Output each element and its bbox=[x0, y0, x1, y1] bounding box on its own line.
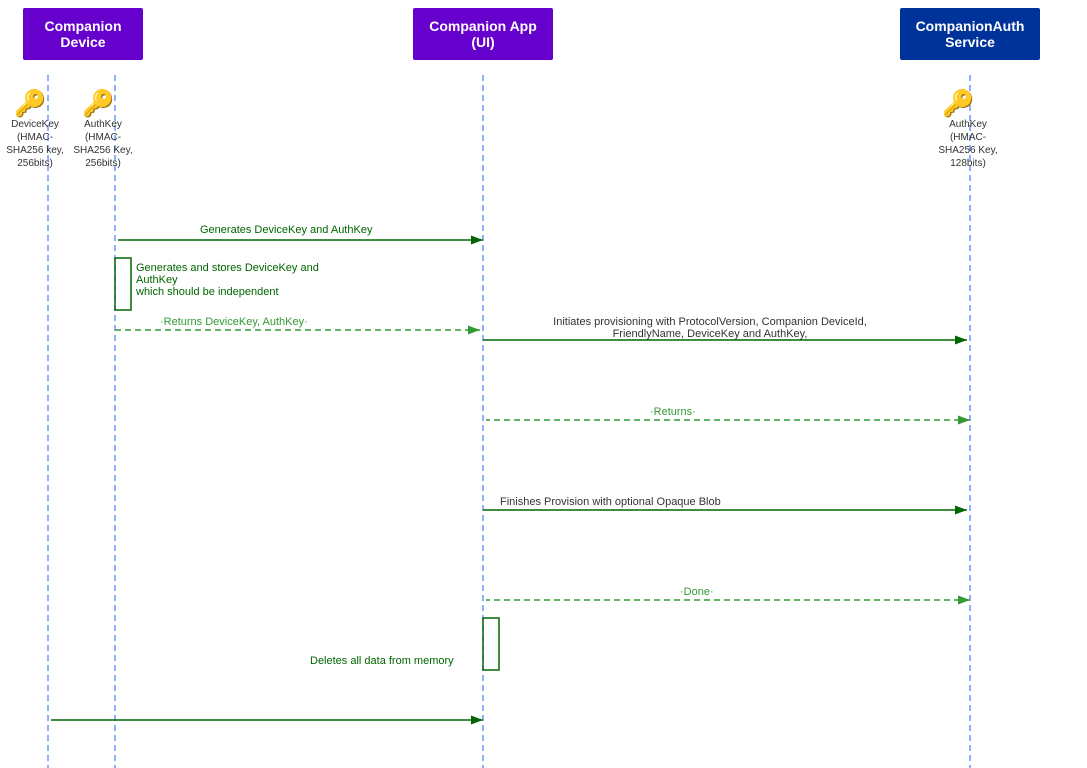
msg7-label: ·Done· bbox=[680, 586, 714, 598]
device-key-label: DeviceKey(HMAC-SHA256 key,256bits) bbox=[0, 118, 70, 170]
auth-key-service-label: AuthKey(HMAC-SHA256 Key,128bits) bbox=[928, 118, 1008, 170]
msg8-label: Deletes all data from memory bbox=[310, 655, 454, 667]
msg2-label: Generates and stores DeviceKey and AuthK… bbox=[136, 262, 356, 298]
msg4-label: Initiates provisioning with ProtocolVers… bbox=[500, 316, 920, 340]
msg3-label: ·Returns DeviceKey, AuthKey· bbox=[160, 316, 308, 328]
actor-companion-auth: CompanionAuth Service bbox=[900, 8, 1040, 60]
auth-key-service-icon: 🔑 bbox=[942, 88, 974, 119]
diagram-container: Companion Device Companion App (UI) Comp… bbox=[0, 0, 1087, 768]
device-key-icon: 🔑 bbox=[14, 88, 46, 119]
actor-companion-device: Companion Device bbox=[23, 8, 143, 60]
auth-key-device-icon: 🔑 bbox=[82, 88, 114, 119]
msg5-label: ·Returns· bbox=[650, 406, 696, 418]
actor-companion-app: Companion App (UI) bbox=[413, 8, 553, 60]
msg1-label: Generates DeviceKey and AuthKey bbox=[200, 224, 372, 236]
msg6-label: Finishes Provision with optional Opaque … bbox=[500, 496, 721, 508]
arrows-svg bbox=[0, 0, 1087, 768]
auth-key-device-label: AuthKey(HMAC-SHA256 Key,256bits) bbox=[68, 118, 138, 170]
